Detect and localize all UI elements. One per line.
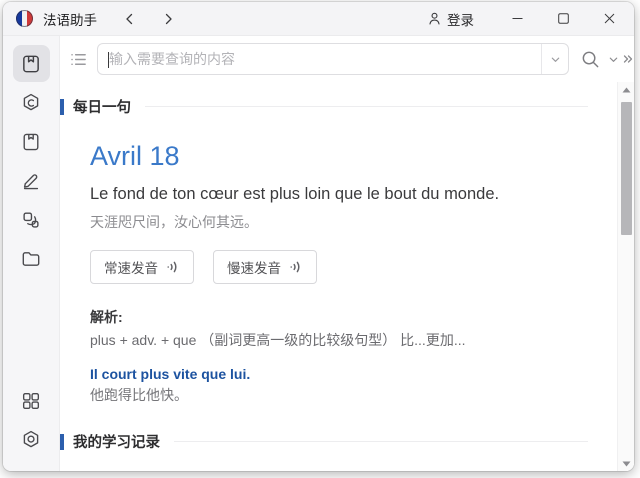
close-icon (604, 13, 614, 24)
app-logo-french-flag-icon (16, 10, 33, 27)
nav-back-button[interactable] (115, 4, 145, 34)
sidebar-item-dictionary[interactable] (12, 45, 50, 82)
list-icon (70, 53, 86, 65)
triangle-down-icon (622, 461, 630, 466)
scroll-up-button[interactable] (618, 82, 635, 97)
scroll-down-button[interactable] (618, 456, 635, 471)
chevron-down-icon (551, 57, 559, 62)
chinese-translation: 天涯咫尺间，汝心何其远。 (90, 214, 258, 230)
search-input[interactable] (98, 44, 541, 74)
search-icon (582, 51, 599, 67)
study-records-header: 我的学习记录 (60, 431, 588, 452)
accent-bar (60, 433, 64, 450)
search-row (60, 36, 634, 82)
sidebar-item-textbook[interactable] (13, 123, 50, 160)
pen-icon (23, 173, 39, 189)
more-tools-button[interactable] (622, 53, 634, 65)
slow-speed-label: 慢速发音 (227, 261, 281, 276)
scrollbar-track[interactable] (618, 97, 634, 456)
french-sentence: Le fond de ton cœur est plus loin que le… (90, 185, 500, 203)
sidebar-item-notes[interactable] (13, 162, 50, 199)
sidebar-item-settings[interactable] (13, 421, 50, 458)
dictionary-book-icon (23, 55, 39, 72)
content-area: 每日一句 Avril 18 Le fond de ton cœur est pl… (60, 82, 634, 471)
titlebar: 法语助手 登录 (3, 2, 634, 36)
sidebar (3, 36, 60, 471)
minimize-icon (512, 18, 522, 19)
accent-bar (60, 98, 64, 115)
search-options-button[interactable] (608, 54, 619, 65)
speaker-waves-icon (290, 261, 300, 273)
example-french: Il court plus vite que lui. (90, 366, 251, 382)
example-chinese: 他跑得比他快。 (90, 387, 188, 403)
minimize-button[interactable] (494, 2, 540, 35)
chevron-down-icon (609, 57, 618, 62)
titlebar-controls: 登录 (421, 2, 634, 35)
app-body: 每日一句 Avril 18 Le fond de ton cœur est pl… (3, 36, 634, 471)
search-history-dropdown-button[interactable] (541, 44, 568, 74)
analysis-label: 解析: (90, 309, 123, 325)
app-title: 法语助手 (43, 12, 97, 28)
hexagon-c-icon (23, 93, 39, 110)
daily-date: Avril 18 (90, 141, 180, 171)
divider-line (145, 106, 588, 107)
maximize-icon (557, 13, 569, 24)
normal-speed-label: 常速发音 (104, 261, 158, 276)
apps-grid-icon (22, 392, 40, 409)
login-button[interactable]: 登录 (421, 2, 480, 35)
main-panel: 每日一句 Avril 18 Le fond de ton cœur est pl… (60, 36, 634, 471)
nav-forward-button[interactable] (153, 4, 183, 34)
chevron-right-icon (165, 13, 172, 24)
daily-sentence-header: 每日一句 (60, 96, 588, 117)
vertical-scrollbar (617, 82, 634, 471)
folder-icon (22, 251, 40, 266)
double-chevron-right-icon (623, 55, 633, 63)
section-title: 我的学习记录 (73, 435, 160, 451)
sidebar-item-encyclopedia[interactable] (13, 84, 50, 121)
sidebar-item-folder[interactable] (13, 240, 50, 277)
search-box (97, 43, 569, 75)
person-icon (429, 12, 440, 25)
normal-speed-pronounce-button[interactable]: 常速发音 (90, 250, 194, 284)
analysis-text: plus + adv. + que （副词更高一级的比较级句型） 比...更加.… (90, 332, 466, 348)
login-label: 登录 (447, 12, 474, 28)
section-title: 每日一句 (73, 100, 131, 116)
text-caret (108, 52, 109, 68)
triangle-up-icon (622, 87, 630, 92)
speaker-waves-icon (167, 261, 177, 273)
textbook-icon (23, 133, 39, 150)
maximize-button[interactable] (540, 2, 586, 35)
scrollbar-thumb[interactable] (621, 102, 632, 235)
wordlist-button[interactable] (68, 49, 88, 69)
sidebar-item-apps[interactable] (13, 382, 50, 419)
app-window: 法语助手 登录 输入需要查询的内容 每日一句 Avril 18 Le fond … (3, 2, 634, 471)
divider-line (174, 441, 588, 442)
settings-icon (23, 430, 39, 447)
close-button[interactable] (586, 2, 632, 35)
chevron-left-icon (126, 13, 133, 24)
pronounce-buttons: 常速发音 慢速发音 (90, 250, 588, 284)
daily-sentence-body: Avril 18 Le fond de ton cœur est plus lo… (90, 141, 588, 405)
slow-speed-pronounce-button[interactable]: 慢速发音 (213, 250, 317, 284)
sidebar-item-convert-cards[interactable] (13, 201, 50, 238)
convert-cards-icon (23, 211, 39, 228)
search-button[interactable] (580, 49, 601, 70)
